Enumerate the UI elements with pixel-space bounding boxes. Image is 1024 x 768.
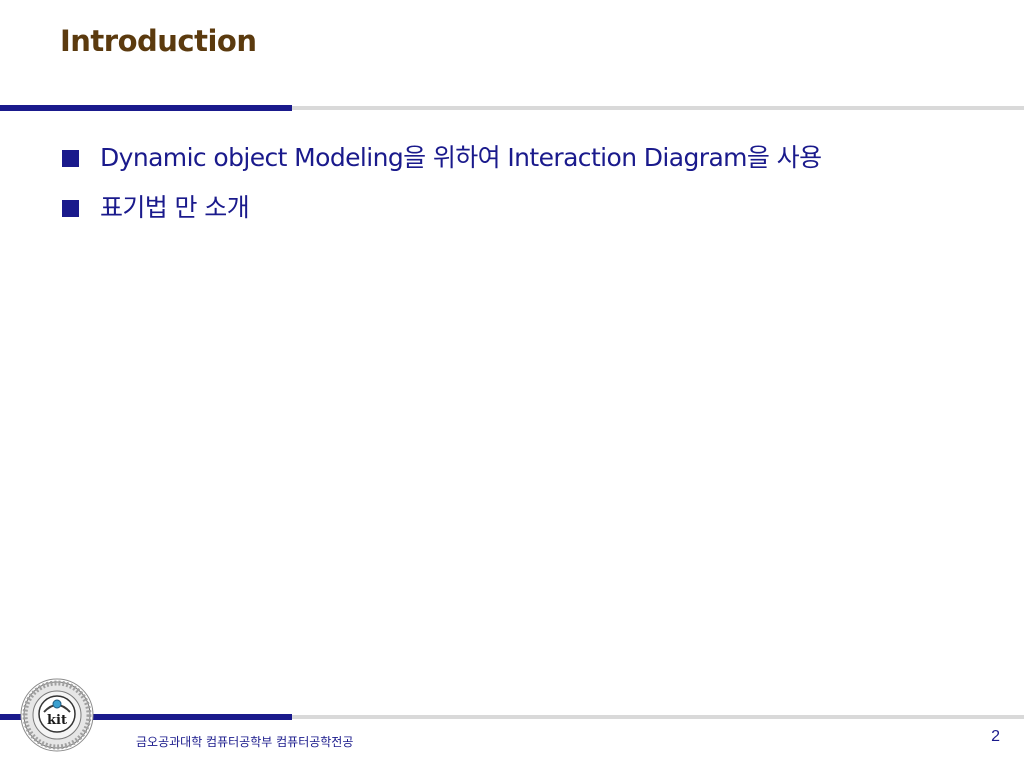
slide: Introduction Dynamic object Modeling을 위하… bbox=[0, 0, 1024, 768]
title-divider-line bbox=[292, 106, 1024, 110]
square-bullet-icon bbox=[62, 150, 79, 167]
title-divider bbox=[0, 105, 1024, 111]
kit-seal-logo: kit bbox=[20, 678, 94, 752]
footer-institution: 금오공과대학 컴퓨터공학부 컴퓨터공학전공 bbox=[136, 735, 354, 749]
slide-title: Introduction bbox=[60, 24, 257, 58]
bullet-text: Dynamic object Modeling을 위하여 Interaction… bbox=[100, 143, 822, 172]
logo-text: kit bbox=[47, 713, 67, 728]
footer-divider bbox=[0, 714, 1024, 720]
bullet-item: 표기법 만 소개 bbox=[62, 188, 942, 228]
page-number: 2 bbox=[991, 728, 1000, 745]
footer-divider-line bbox=[292, 715, 1024, 719]
bullet-text: 표기법 만 소개 bbox=[100, 193, 250, 222]
square-bullet-icon bbox=[62, 200, 79, 217]
title-divider-accent bbox=[0, 105, 292, 111]
bullet-list: Dynamic object Modeling을 위하여 Interaction… bbox=[62, 138, 942, 238]
bullet-item: Dynamic object Modeling을 위하여 Interaction… bbox=[62, 138, 942, 178]
